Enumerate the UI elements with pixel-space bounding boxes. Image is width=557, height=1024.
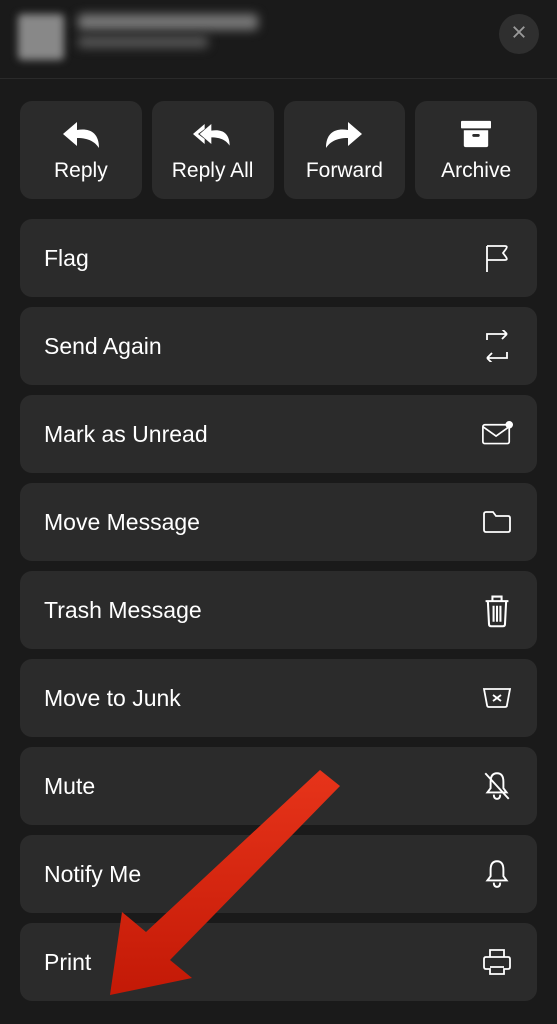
trash-icon bbox=[481, 594, 513, 626]
reply-all-label: Reply All bbox=[172, 159, 254, 183]
print-label: Print bbox=[44, 949, 91, 976]
junk-bin-icon bbox=[481, 682, 513, 714]
move-message-label: Move Message bbox=[44, 509, 200, 536]
sender-text bbox=[78, 14, 258, 48]
archive-icon bbox=[456, 117, 496, 151]
sender-sub bbox=[78, 36, 208, 48]
menu-list: Flag Send Again Mark as Unread Move Mess… bbox=[0, 215, 557, 1021]
reply-icon bbox=[61, 117, 101, 151]
mark-unread-label: Mark as Unread bbox=[44, 421, 208, 448]
header bbox=[0, 0, 557, 79]
trash-message-label: Trash Message bbox=[44, 597, 202, 624]
move-message-row[interactable]: Move Message bbox=[20, 483, 537, 561]
send-again-label: Send Again bbox=[44, 333, 162, 360]
flag-label: Flag bbox=[44, 245, 89, 272]
sender-name bbox=[78, 14, 258, 30]
reply-all-icon bbox=[193, 117, 233, 151]
forward-icon bbox=[324, 117, 364, 151]
notify-me-label: Notify Me bbox=[44, 861, 141, 888]
mute-label: Mute bbox=[44, 773, 95, 800]
archive-label: Archive bbox=[441, 159, 511, 183]
printer-icon bbox=[481, 946, 513, 978]
sender-avatar bbox=[18, 14, 64, 60]
trash-message-row[interactable]: Trash Message bbox=[20, 571, 537, 649]
move-to-junk-label: Move to Junk bbox=[44, 685, 181, 712]
mark-unread-row[interactable]: Mark as Unread bbox=[20, 395, 537, 473]
flag-row[interactable]: Flag bbox=[20, 219, 537, 297]
reply-button[interactable]: Reply bbox=[20, 101, 142, 199]
archive-button[interactable]: Archive bbox=[415, 101, 537, 199]
move-to-junk-row[interactable]: Move to Junk bbox=[20, 659, 537, 737]
envelope-dot-icon bbox=[481, 418, 513, 450]
close-icon bbox=[510, 23, 528, 46]
flag-icon bbox=[481, 242, 513, 274]
top-actions: Reply Reply All Forward bbox=[0, 79, 557, 215]
forward-button[interactable]: Forward bbox=[284, 101, 406, 199]
close-button[interactable] bbox=[499, 14, 539, 54]
bell-icon bbox=[481, 858, 513, 890]
forward-label: Forward bbox=[306, 159, 383, 183]
resend-arrows-icon bbox=[481, 330, 513, 362]
print-row[interactable]: Print bbox=[20, 923, 537, 1001]
reply-label: Reply bbox=[54, 159, 108, 183]
notify-me-row[interactable]: Notify Me bbox=[20, 835, 537, 913]
mute-row[interactable]: Mute bbox=[20, 747, 537, 825]
bell-slash-icon bbox=[481, 770, 513, 802]
reply-all-button[interactable]: Reply All bbox=[152, 101, 274, 199]
send-again-row[interactable]: Send Again bbox=[20, 307, 537, 385]
folder-icon bbox=[481, 506, 513, 538]
action-sheet: Reply Reply All Forward bbox=[0, 0, 557, 1024]
